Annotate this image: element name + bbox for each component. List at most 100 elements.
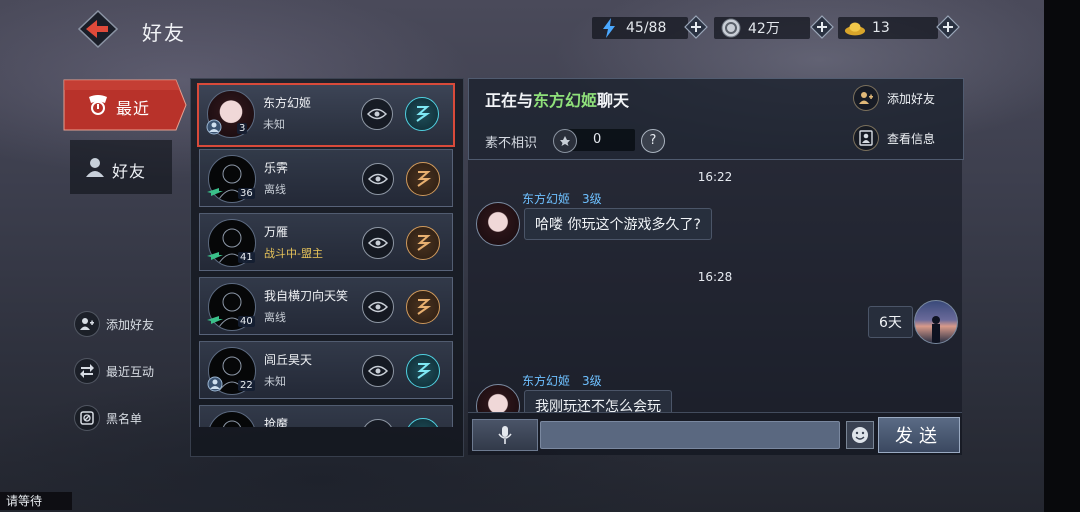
add-ingots-button[interactable]	[936, 15, 960, 39]
chat-title-suffix: 聊天	[597, 91, 630, 110]
class-badge-icon	[206, 119, 222, 135]
add-friend-side-button[interactable]: 添加好友	[74, 311, 154, 337]
friend-item-qiangmo[interactable]: 抢魔	[199, 405, 453, 427]
friend-level: 40	[238, 316, 255, 327]
friend-item-dongfanghuanji[interactable]: 3 东方幻姬 未知	[197, 83, 455, 147]
view-eye-button[interactable]	[362, 355, 394, 387]
add-friend-label: 添加好友	[887, 91, 936, 106]
eye-icon	[368, 301, 388, 313]
coin-icon	[720, 17, 742, 39]
friend-level: 41	[238, 252, 255, 263]
add-stamina-button[interactable]	[684, 15, 708, 39]
friend-status: 未知	[263, 118, 285, 131]
emoji-button[interactable]	[846, 421, 874, 449]
tab-friends[interactable]: 好友	[70, 140, 172, 194]
intimacy-value: 0	[593, 132, 602, 147]
recent-icon	[89, 95, 107, 115]
tab-recent-label: 最近	[116, 99, 151, 118]
send-button[interactable]: 发送	[878, 417, 960, 453]
friends-icon	[86, 158, 104, 177]
chat-action-button[interactable]	[406, 354, 440, 388]
friend-item-leji[interactable]: 36 乐霁 离线	[199, 149, 453, 207]
own-avatar[interactable]	[914, 300, 958, 344]
blacklist-icon	[74, 405, 100, 431]
chat-quill-icon	[416, 106, 431, 122]
chat-action-button[interactable]	[406, 162, 440, 196]
blacklist-button[interactable]: 黑名单	[74, 405, 142, 431]
microphone-icon	[498, 426, 512, 444]
friend-item-wanyan[interactable]: 41 万雁 战斗中-盟主	[199, 213, 453, 271]
message-bubble: 我刚玩还不怎么会玩	[524, 390, 672, 412]
friend-list-panel: 3 东方幻姬 未知 36 乐霁 离线 41 万雁 战斗中-盟主 40 我自横刀向…	[190, 78, 464, 457]
page-title: 好友	[142, 21, 186, 45]
friend-name: 东方幻姬	[263, 96, 312, 110]
view-eye-button[interactable]	[362, 291, 394, 323]
message-timestamp: 16:28	[697, 270, 733, 284]
chat-header: 正在与东方幻姬聊天 素不相识 0 ? 添加好友 查看信息	[468, 78, 964, 160]
friend-status: 离线	[264, 183, 286, 196]
sender-name: 东方幻姬 3级	[522, 192, 602, 206]
view-info-button[interactable]: 查看信息	[853, 125, 935, 151]
lightning-icon	[598, 17, 620, 39]
screen-edge-strip	[1044, 0, 1080, 512]
eye-icon	[368, 237, 388, 249]
intimacy-label: 素不相识	[485, 136, 538, 151]
message-input[interactable]	[540, 421, 840, 449]
friend-level: 22	[238, 380, 255, 391]
recent-interact-button[interactable]: 最近互动	[74, 358, 154, 384]
ingots-value: 13	[872, 20, 890, 36]
back-arrow-icon	[77, 9, 119, 49]
help-button[interactable]: ?	[641, 129, 665, 153]
chat-action-button[interactable]	[406, 290, 440, 324]
coins-display: 42万	[714, 15, 810, 41]
info-card-icon	[853, 125, 879, 151]
chat-title: 正在与东方幻姬聊天	[485, 87, 629, 111]
stamina-value: 45/88	[626, 20, 667, 36]
friend-status: 未知	[264, 375, 286, 388]
voice-button[interactable]	[472, 419, 538, 451]
sender-avatar[interactable]	[476, 384, 520, 412]
sender-name: 东方幻姬 3级	[522, 374, 602, 388]
chat-partner-name: 东方幻姬	[533, 91, 598, 110]
chat-action-button[interactable]	[405, 97, 439, 131]
friend-status: 战斗中-盟主	[264, 247, 323, 260]
class-badge-icon	[207, 316, 223, 324]
recent-interact-label: 最近互动	[106, 364, 155, 379]
ingots-display: 13	[838, 15, 938, 41]
chat-input-bar: 发送	[468, 412, 962, 455]
avatar	[208, 411, 256, 427]
chat-action-button[interactable]	[406, 226, 440, 260]
friend-level: 36	[238, 188, 255, 199]
gold-ingot-icon	[844, 17, 866, 39]
add-coins-button[interactable]	[810, 15, 834, 39]
silhouette-icon	[222, 420, 242, 427]
view-eye-button[interactable]	[362, 227, 394, 259]
add-friend-button[interactable]: 添加好友	[853, 85, 935, 111]
chat-title-prefix: 正在与	[485, 91, 534, 110]
class-badge-icon	[207, 188, 223, 196]
view-eye-button[interactable]	[362, 419, 394, 427]
interact-arrows-icon	[74, 358, 100, 384]
view-eye-button[interactable]	[362, 163, 394, 195]
tab-recent[interactable]: 最近	[62, 78, 188, 132]
tab-friends-label: 好友	[112, 162, 147, 181]
eye-icon	[367, 108, 387, 120]
friend-name: 乐霁	[264, 161, 289, 175]
chat-action-button[interactable]	[406, 418, 440, 427]
sender-avatar[interactable]	[476, 202, 520, 246]
back-button[interactable]	[77, 9, 119, 49]
class-badge-icon	[207, 376, 223, 392]
eye-icon	[368, 365, 388, 377]
player-silhouette-icon	[932, 316, 940, 343]
chat-quill-icon	[417, 299, 432, 315]
eye-icon	[368, 173, 388, 185]
friend-item-lvqiuhaotian[interactable]: 22 闾丘昊天 未知	[199, 341, 453, 399]
view-eye-button[interactable]	[361, 98, 393, 130]
chat-quill-icon	[417, 363, 432, 379]
waiting-indicator: 请等待	[0, 492, 72, 510]
emoji-icon	[852, 427, 868, 443]
stamina-display: 45/88	[592, 15, 688, 41]
friend-name: 我自横刀向天笑	[264, 289, 349, 303]
chat-messages: 16:22 东方幻姬 3级 哈喽 你玩这个游戏多久了? 16:28 6天 东方幻…	[468, 160, 962, 412]
friend-item-wozihengdao[interactable]: 40 我自横刀向天笑 离线	[199, 277, 453, 335]
